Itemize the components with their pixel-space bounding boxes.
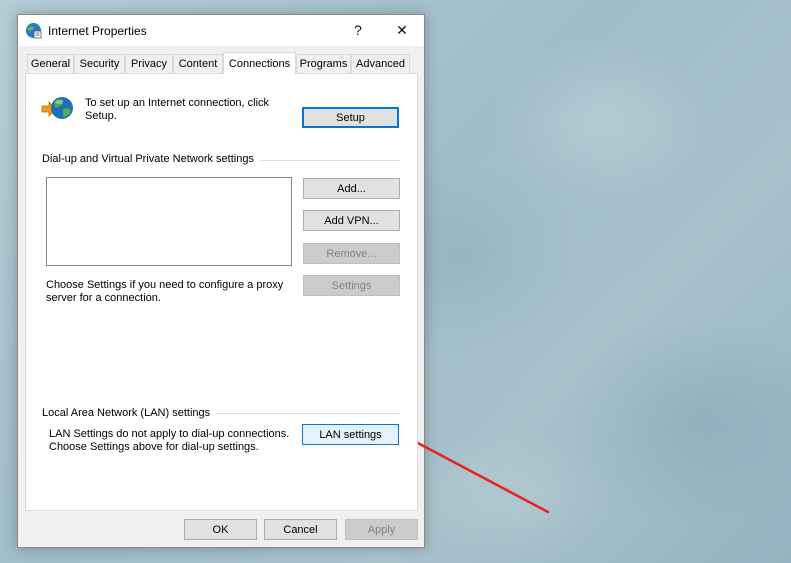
proxy-description-line2: server for a connection. — [46, 292, 161, 304]
tab-content[interactable]: Content — [173, 54, 223, 73]
lan-description-line1: LAN Settings do not apply to dial-up con… — [49, 428, 290, 440]
add-vpn-button[interactable]: Add VPN... — [303, 210, 400, 231]
connections-tab-panel: To set up an Internet connection, click … — [25, 73, 418, 511]
title-bar: Internet Properties ? ✕ — [18, 15, 424, 46]
remove-button[interactable]: Remove... — [303, 243, 400, 264]
internet-properties-dialog: Internet Properties ? ✕ General Security… — [17, 14, 425, 548]
lan-description-line2: Choose Settings above for dial-up settin… — [49, 441, 259, 453]
internet-globe-icon — [26, 23, 42, 39]
lan-group-label: Local Area Network (LAN) settings — [42, 407, 217, 419]
add-button[interactable]: Add... — [303, 178, 400, 199]
tab-security[interactable]: Security — [74, 54, 125, 73]
ok-button[interactable]: OK — [184, 519, 257, 540]
tab-advanced[interactable]: Advanced — [351, 54, 410, 73]
close-button[interactable]: ✕ — [380, 15, 424, 45]
apply-button[interactable]: Apply — [345, 519, 418, 540]
setup-wizard-globe-icon — [41, 97, 73, 119]
setup-description: To set up an Internet connection, click … — [85, 97, 269, 123]
tab-connections[interactable]: Connections — [223, 52, 296, 74]
window-title: Internet Properties — [48, 24, 147, 38]
connections-listbox[interactable] — [46, 177, 292, 266]
settings-button[interactable]: Settings — [303, 275, 400, 296]
dialup-group-label: Dial-up and Virtual Private Network sett… — [42, 153, 260, 165]
setup-description-line2: Setup. — [85, 110, 117, 122]
tab-programs[interactable]: Programs — [296, 54, 351, 73]
proxy-description: Choose Settings if you need to configure… — [46, 279, 283, 305]
proxy-description-line1: Choose Settings if you need to configure… — [46, 279, 284, 291]
cancel-button[interactable]: Cancel — [264, 519, 337, 540]
help-button[interactable]: ? — [336, 15, 380, 45]
tab-general[interactable]: General — [27, 54, 74, 73]
setup-button[interactable]: Setup — [302, 107, 399, 128]
lan-settings-button[interactable]: LAN settings — [302, 424, 399, 445]
tab-privacy[interactable]: Privacy — [125, 54, 173, 73]
setup-description-line1: To set up an Internet connection, click — [85, 97, 270, 109]
lan-description: LAN Settings do not apply to dial-up con… — [49, 428, 289, 454]
